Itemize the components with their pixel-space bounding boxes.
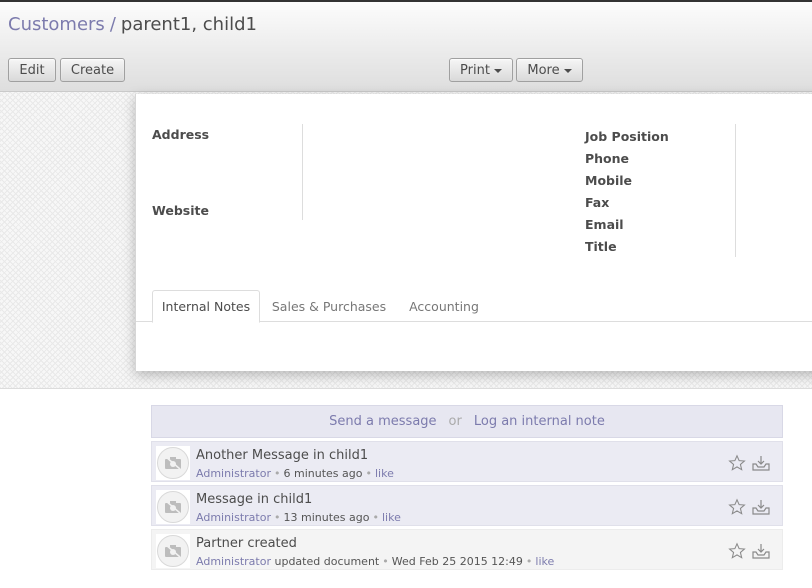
- inbox-icon[interactable]: [751, 498, 771, 516]
- more-dropdown-button[interactable]: More: [516, 58, 583, 82]
- message-meta: Administrator • 6 minutes ago • like: [196, 467, 394, 480]
- tab-accounting[interactable]: Accounting: [400, 290, 488, 322]
- breadcrumb-separator: /: [109, 14, 116, 35]
- star-icon[interactable]: [728, 542, 746, 560]
- message-time: 6 minutes ago: [283, 467, 363, 480]
- camera-placeholder-icon: [165, 544, 181, 558]
- title-label: Title: [585, 239, 617, 254]
- message-meta: Administrator updated document • Wed Feb 2…: [196, 555, 554, 568]
- email-label: Email: [585, 217, 624, 232]
- edit-button[interactable]: Edit: [8, 58, 56, 82]
- camera-placeholder-icon: [165, 500, 181, 514]
- meta-dot: •: [274, 511, 281, 524]
- meta-dot: •: [525, 555, 533, 568]
- message-author-link[interactable]: Administrator: [196, 511, 271, 524]
- message-body: Partner created: [196, 536, 297, 551]
- notebook-tabs: Internal Notes Sales & Purchases Account…: [136, 290, 812, 323]
- meta-dot: •: [382, 555, 389, 568]
- avatar: [157, 447, 189, 479]
- address-label: Address: [152, 127, 210, 142]
- tab-sales-purchases[interactable]: Sales & Purchases: [264, 290, 394, 322]
- chatter-message: Another Message in child1 Administrator •…: [151, 441, 783, 482]
- print-button-label: Print: [460, 62, 490, 78]
- inbox-icon[interactable]: [751, 454, 771, 472]
- create-button[interactable]: Create: [60, 58, 125, 82]
- message-time: 13 minutes ago: [283, 511, 370, 524]
- message-author-link[interactable]: Administrator: [196, 555, 271, 568]
- print-dropdown-button[interactable]: Print: [449, 58, 513, 82]
- chatter-compose-bar: Send a message or Log an internal note: [151, 405, 783, 438]
- breadcrumb: Customers / parent1, child1: [8, 14, 257, 35]
- message-body: Message in child1: [196, 492, 313, 507]
- message-time: Wed Feb 25 2015 12:49: [391, 555, 523, 568]
- job-position-label: Job Position: [585, 129, 669, 144]
- like-link[interactable]: like: [375, 467, 394, 480]
- message-meta: Administrator • 13 minutes ago • like: [196, 511, 401, 524]
- field-divider: [735, 124, 736, 257]
- meta-dot: •: [365, 467, 372, 480]
- compose-or-text: or: [448, 414, 462, 429]
- star-icon[interactable]: [728, 454, 746, 472]
- camera-placeholder-icon: [165, 456, 181, 470]
- field-divider: [302, 124, 303, 220]
- avatar: [157, 491, 189, 523]
- tab-label: Accounting: [409, 298, 479, 314]
- chatter-message: Message in child1 Administrator • 13 minut…: [151, 485, 783, 526]
- control-panel: Customers / parent1, child1 Edit Create Pr…: [0, 2, 812, 92]
- avatar: [157, 535, 189, 567]
- caret-down-icon: [563, 68, 572, 73]
- fax-label: Fax: [585, 195, 610, 210]
- inbox-icon[interactable]: [751, 542, 771, 560]
- tab-label: Sales & Purchases: [271, 298, 387, 314]
- more-button-label: More: [527, 62, 560, 78]
- caret-down-icon: [493, 68, 502, 73]
- website-label: Website: [152, 203, 209, 218]
- edit-button-label: Edit: [19, 62, 45, 78]
- tab-label: Internal Notes: [161, 299, 251, 314]
- star-icon[interactable]: [728, 498, 746, 516]
- meta-dot: •: [274, 467, 281, 480]
- breadcrumb-current: parent1, child1: [120, 14, 257, 35]
- meta-dot: •: [372, 511, 379, 524]
- phone-label: Phone: [585, 151, 630, 166]
- breadcrumb-customers-link[interactable]: Customers: [8, 14, 105, 35]
- message-action: updated document: [274, 555, 380, 568]
- like-link[interactable]: like: [535, 555, 554, 568]
- tab-internal-notes[interactable]: Internal Notes: [152, 290, 260, 323]
- message-body: Another Message in child1: [196, 448, 369, 463]
- form-sheet: Address Website Job Position Phone Mobil…: [135, 94, 812, 371]
- send-message-link[interactable]: Send a message: [329, 414, 436, 429]
- chatter-message: Partner created Administrator updated do…: [151, 529, 783, 570]
- create-button-label: Create: [70, 62, 115, 78]
- like-link[interactable]: like: [382, 511, 401, 524]
- app-window: Customers / parent1, child1 Edit Create Pr…: [0, 0, 812, 588]
- log-note-link[interactable]: Log an internal note: [474, 414, 605, 429]
- mobile-label: Mobile: [585, 173, 633, 188]
- message-author-link[interactable]: Administrator: [196, 467, 271, 480]
